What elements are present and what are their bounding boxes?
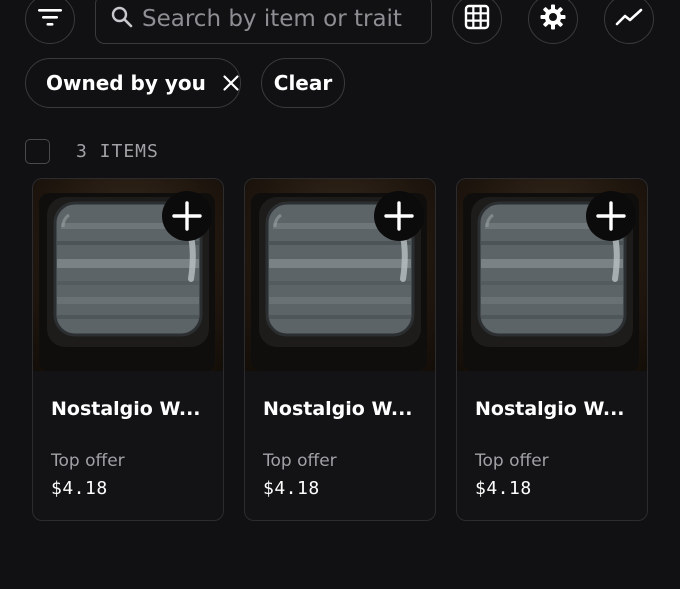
plus-icon [596, 201, 626, 231]
filter-chip-label: Owned by you [46, 71, 206, 95]
item-name: Nostalgio W... [263, 398, 413, 420]
top-offer-label: Top offer [51, 451, 125, 471]
grid-view-button[interactable] [452, 0, 502, 44]
item-price: $4.18 [263, 478, 320, 499]
plus-icon [384, 201, 414, 231]
item-image [33, 179, 223, 371]
item-card[interactable]: Nostalgio W... Top offer $4.18 [456, 178, 648, 521]
item-price: $4.18 [475, 478, 532, 499]
trend-line-icon [615, 7, 643, 31]
filter-chip-owned[interactable]: Owned by you [25, 58, 241, 108]
search-input[interactable] [142, 6, 422, 32]
item-card[interactable]: Nostalgio W... Top offer $4.18 [32, 178, 224, 521]
item-count: 3 ITEMS [76, 141, 159, 162]
collection-page: Owned by you Clear 3 ITEMS [0, 0, 680, 589]
clear-label: Clear [273, 71, 333, 95]
add-to-cart-button[interactable] [586, 191, 636, 241]
close-icon[interactable] [222, 74, 240, 92]
clear-filters-button[interactable]: Clear [261, 58, 345, 108]
select-all-checkbox[interactable] [25, 139, 50, 164]
add-to-cart-button[interactable] [374, 191, 424, 241]
search-box[interactable] [95, 0, 432, 44]
filter-button[interactable] [25, 0, 75, 44]
item-image [245, 179, 435, 371]
gear-icon [539, 3, 567, 35]
top-offer-label: Top offer [475, 451, 549, 471]
add-to-cart-button[interactable] [162, 191, 212, 241]
top-offer-label: Top offer [263, 451, 337, 471]
item-card[interactable]: Nostalgio W... Top offer $4.18 [244, 178, 436, 521]
activity-chart-button[interactable] [604, 0, 654, 44]
plus-icon [172, 201, 202, 231]
item-name: Nostalgio W... [51, 398, 201, 420]
grid-view-icon [464, 4, 490, 34]
item-name: Nostalgio W... [475, 398, 625, 420]
item-price: $4.18 [51, 478, 108, 499]
settings-button[interactable] [528, 0, 578, 44]
filter-lines-icon [37, 7, 63, 31]
search-icon [110, 5, 134, 33]
item-image [457, 179, 647, 371]
